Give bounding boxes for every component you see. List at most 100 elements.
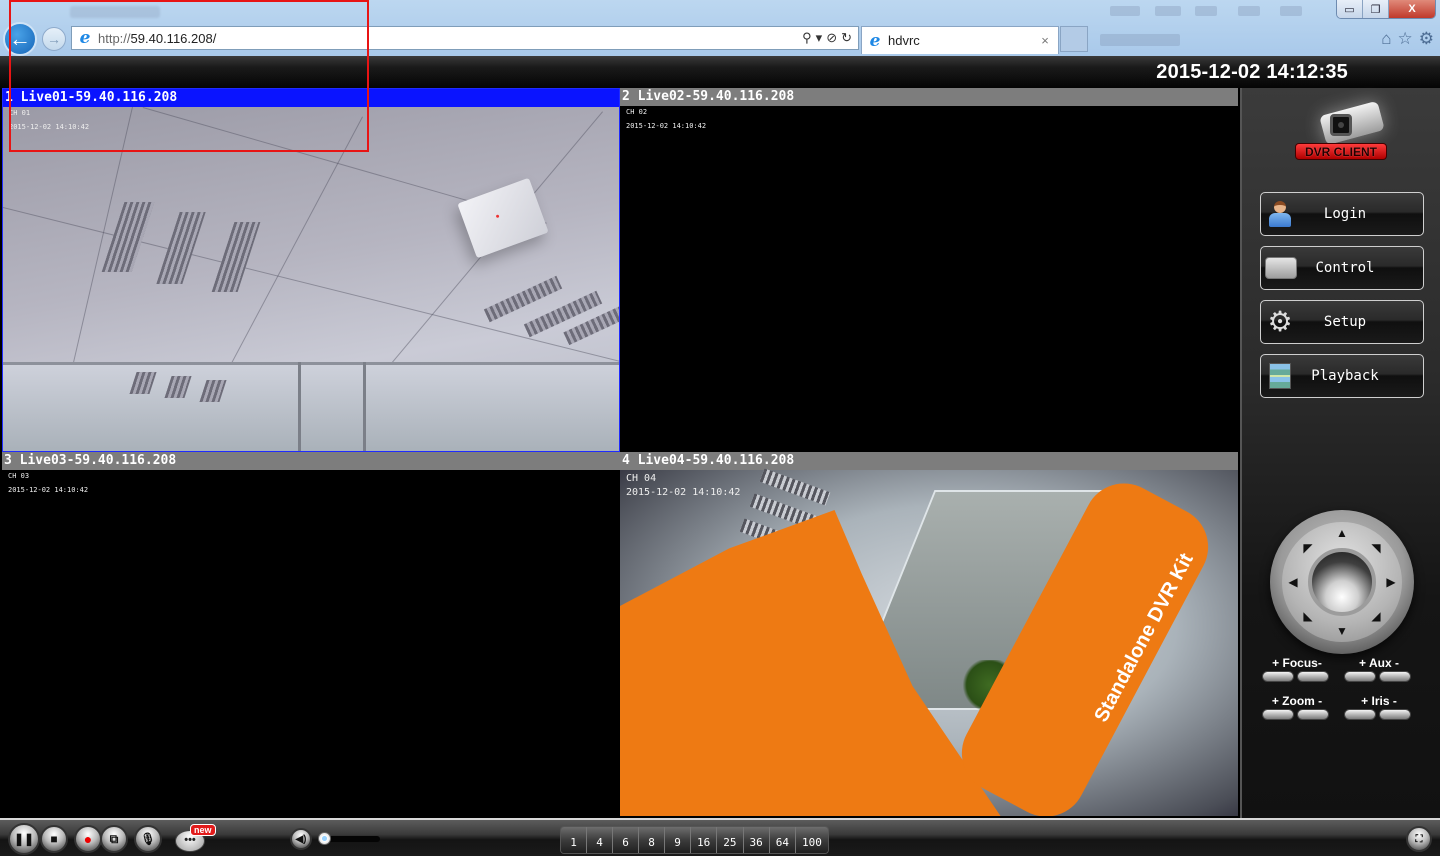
bottom-toolbar: ❚❚ ■ ● ⧉ 🎙 ••• new ◀) 1 4 6 8 9 16 25 36… xyxy=(0,818,1440,856)
channel-cell-3[interactable]: 3 Live03-59.40.116.208 CH 03 2015-12-02 … xyxy=(2,452,620,816)
ptz-up-arrow-icon[interactable]: ▲ xyxy=(1335,526,1349,540)
osd-timestamp: 2015-12-02 14:10:42 xyxy=(9,123,90,131)
tab-close-icon[interactable]: × xyxy=(1036,33,1054,48)
focus-minus-button[interactable] xyxy=(1297,671,1329,682)
microphone-icon: 🎙 xyxy=(140,832,156,846)
video-feed-3[interactable]: CH 03 2015-12-02 14:10:42 xyxy=(2,470,620,816)
iris-control: + Iris - xyxy=(1344,694,1414,720)
wall-frame xyxy=(363,362,366,451)
minimize-button[interactable]: ▭ xyxy=(1337,0,1363,18)
ptz-up-left-arrow-icon[interactable]: ◤ xyxy=(1301,541,1315,555)
fullscreen-button[interactable]: ⛶ xyxy=(1406,826,1432,852)
ie-icon: e xyxy=(79,28,91,48)
wall-frame xyxy=(298,362,301,451)
favorites-icon[interactable]: ☆ xyxy=(1398,29,1413,49)
wall-rail xyxy=(3,362,619,365)
close-window-button[interactable]: X xyxy=(1389,0,1435,18)
refresh-icon[interactable]: ↻ xyxy=(841,30,852,46)
app-header: 2015-12-02 14:12:35 xyxy=(0,56,1440,88)
glass-wall xyxy=(3,362,619,451)
iris-minus-button[interactable] xyxy=(1379,709,1411,720)
stop-icon[interactable]: ⊘ xyxy=(826,30,837,46)
video-feed-4[interactable]: Standalone DVR Kit CH 04 2015-12-02 14:1… xyxy=(620,468,1238,816)
channel-cell-2[interactable]: 2 Live02-59.40.116.208 CH 02 2015-12-02 … xyxy=(620,88,1238,452)
user-icon xyxy=(1265,199,1297,229)
video-feed-2[interactable]: CH 02 2015-12-02 14:10:42 xyxy=(620,106,1238,452)
button-label: Playback xyxy=(1311,368,1379,384)
address-bar[interactable]: e http://59.40.116.208/ ⚲ ▾ ⊘ ↻ xyxy=(71,26,859,50)
dropdown-icon[interactable]: ▾ xyxy=(816,30,823,46)
url-text[interactable]: http://59.40.116.208/ xyxy=(98,31,216,46)
focus-control: + Focus- xyxy=(1262,656,1332,682)
osd-channel: CH 03 xyxy=(8,472,30,480)
forward-button[interactable]: → xyxy=(42,27,66,51)
ptz-right-arrow-icon[interactable]: ▶ xyxy=(1384,575,1398,589)
film-icon xyxy=(1265,361,1297,391)
channel-title: 4 Live04-59.40.116.208 xyxy=(620,452,1238,470)
browser-chrome: ▭ ❐ X ← → e http://59.40.116.208/ ⚲ ▾ ⊘ … xyxy=(0,0,1440,56)
iris-plus-button[interactable] xyxy=(1344,709,1376,720)
layout-8-button[interactable]: 8 xyxy=(639,827,665,853)
zoom-plus-button[interactable] xyxy=(1262,709,1294,720)
speaker-icon: ◀) xyxy=(295,833,307,845)
ptz-joystick: ▲ ▼ ◀ ▶ ◤ ◥ ◣ ◢ xyxy=(1270,510,1414,654)
osd-timestamp: 2015-12-02 14:10:42 xyxy=(8,486,89,494)
search-icon[interactable]: ⚲ xyxy=(802,30,812,46)
button-label: Login xyxy=(1323,206,1367,222)
record-button[interactable]: ● xyxy=(74,825,102,853)
menu-blurred xyxy=(1238,6,1260,16)
layout-1-button[interactable]: 1 xyxy=(561,827,587,853)
back-button[interactable]: ← xyxy=(3,22,37,56)
setup-button[interactable]: ⚙ Setup xyxy=(1260,300,1424,344)
layout-64-button[interactable]: 64 xyxy=(769,827,796,853)
zoom-minus-button[interactable] xyxy=(1297,709,1329,720)
video-feed-1[interactable]: CH 01 2015-12-02 14:10:42 xyxy=(3,106,619,451)
layout-4-button[interactable]: 4 xyxy=(587,827,613,853)
aux-label: + Aux - xyxy=(1359,656,1399,670)
stop-button[interactable]: ■ xyxy=(40,825,68,853)
layout-9-button[interactable]: 9 xyxy=(665,827,691,853)
restore-button[interactable]: ❐ xyxy=(1363,0,1389,18)
aux-plus-button[interactable] xyxy=(1344,671,1376,682)
aux-minus-button[interactable] xyxy=(1379,671,1411,682)
talk-button[interactable]: 🎙 xyxy=(134,825,162,853)
settings-gear-icon[interactable]: ⚙ xyxy=(1419,29,1434,49)
layout-6-button[interactable]: 6 xyxy=(613,827,639,853)
layout-selector: 1 4 6 8 9 16 25 36 64 100 xyxy=(560,826,829,854)
ptz-down-right-arrow-icon[interactable]: ◢ xyxy=(1369,609,1383,623)
layout-25-button[interactable]: 25 xyxy=(717,827,744,853)
ptz-up-right-arrow-icon[interactable]: ◥ xyxy=(1369,541,1383,555)
focus-label: + Focus- xyxy=(1272,656,1322,670)
stop-icon: ■ xyxy=(50,832,58,846)
ptz-left-arrow-icon[interactable]: ◀ xyxy=(1286,575,1300,589)
volume-knob[interactable] xyxy=(318,832,331,845)
layout-36-button[interactable]: 36 xyxy=(743,827,770,853)
volume-track xyxy=(324,836,380,842)
pause-button[interactable]: ❚❚ xyxy=(8,823,40,855)
volume-slider[interactable] xyxy=(318,832,380,846)
control-button[interactable]: Control xyxy=(1260,246,1424,290)
home-icon[interactable]: ⌂ xyxy=(1381,29,1391,49)
ptz-center-button[interactable] xyxy=(1308,548,1376,616)
ie-icon: e xyxy=(869,30,881,51)
layout-100-button[interactable]: 100 xyxy=(796,827,828,853)
video-grid: 1 Live01-59.40.116.208 CH 01 2015-12-02 … xyxy=(0,88,1240,818)
channel-cell-1[interactable]: 1 Live01-59.40.116.208 CH 01 2015-12-02 … xyxy=(2,88,620,452)
channel-cell-4[interactable]: 4 Live04-59.40.116.208 Standalone DVR Ki… xyxy=(620,452,1238,816)
zoom-control: + Zoom - xyxy=(1262,694,1332,720)
new-tab-button[interactable] xyxy=(1060,26,1088,52)
browser-tab[interactable]: e hdvrc × xyxy=(861,26,1059,54)
snapshot-button[interactable]: ⧉ xyxy=(100,825,128,853)
volume-button[interactable]: ◀) xyxy=(290,828,312,850)
menu-blurred xyxy=(1195,6,1217,16)
focus-plus-button[interactable] xyxy=(1262,671,1294,682)
playback-button[interactable]: Playback xyxy=(1260,354,1424,398)
ptz-down-left-arrow-icon[interactable]: ◣ xyxy=(1301,609,1315,623)
tab-title: hdvrc xyxy=(888,33,920,48)
ceiling-light xyxy=(211,222,261,292)
layout-16-button[interactable]: 16 xyxy=(691,827,718,853)
dvr-client-app: 2015-12-02 14:12:35 1 Live01-59.40.116.2… xyxy=(0,56,1440,856)
ptz-down-arrow-icon[interactable]: ▼ xyxy=(1335,624,1349,638)
login-button[interactable]: Login xyxy=(1260,192,1424,236)
new-badge: new xyxy=(190,824,216,836)
